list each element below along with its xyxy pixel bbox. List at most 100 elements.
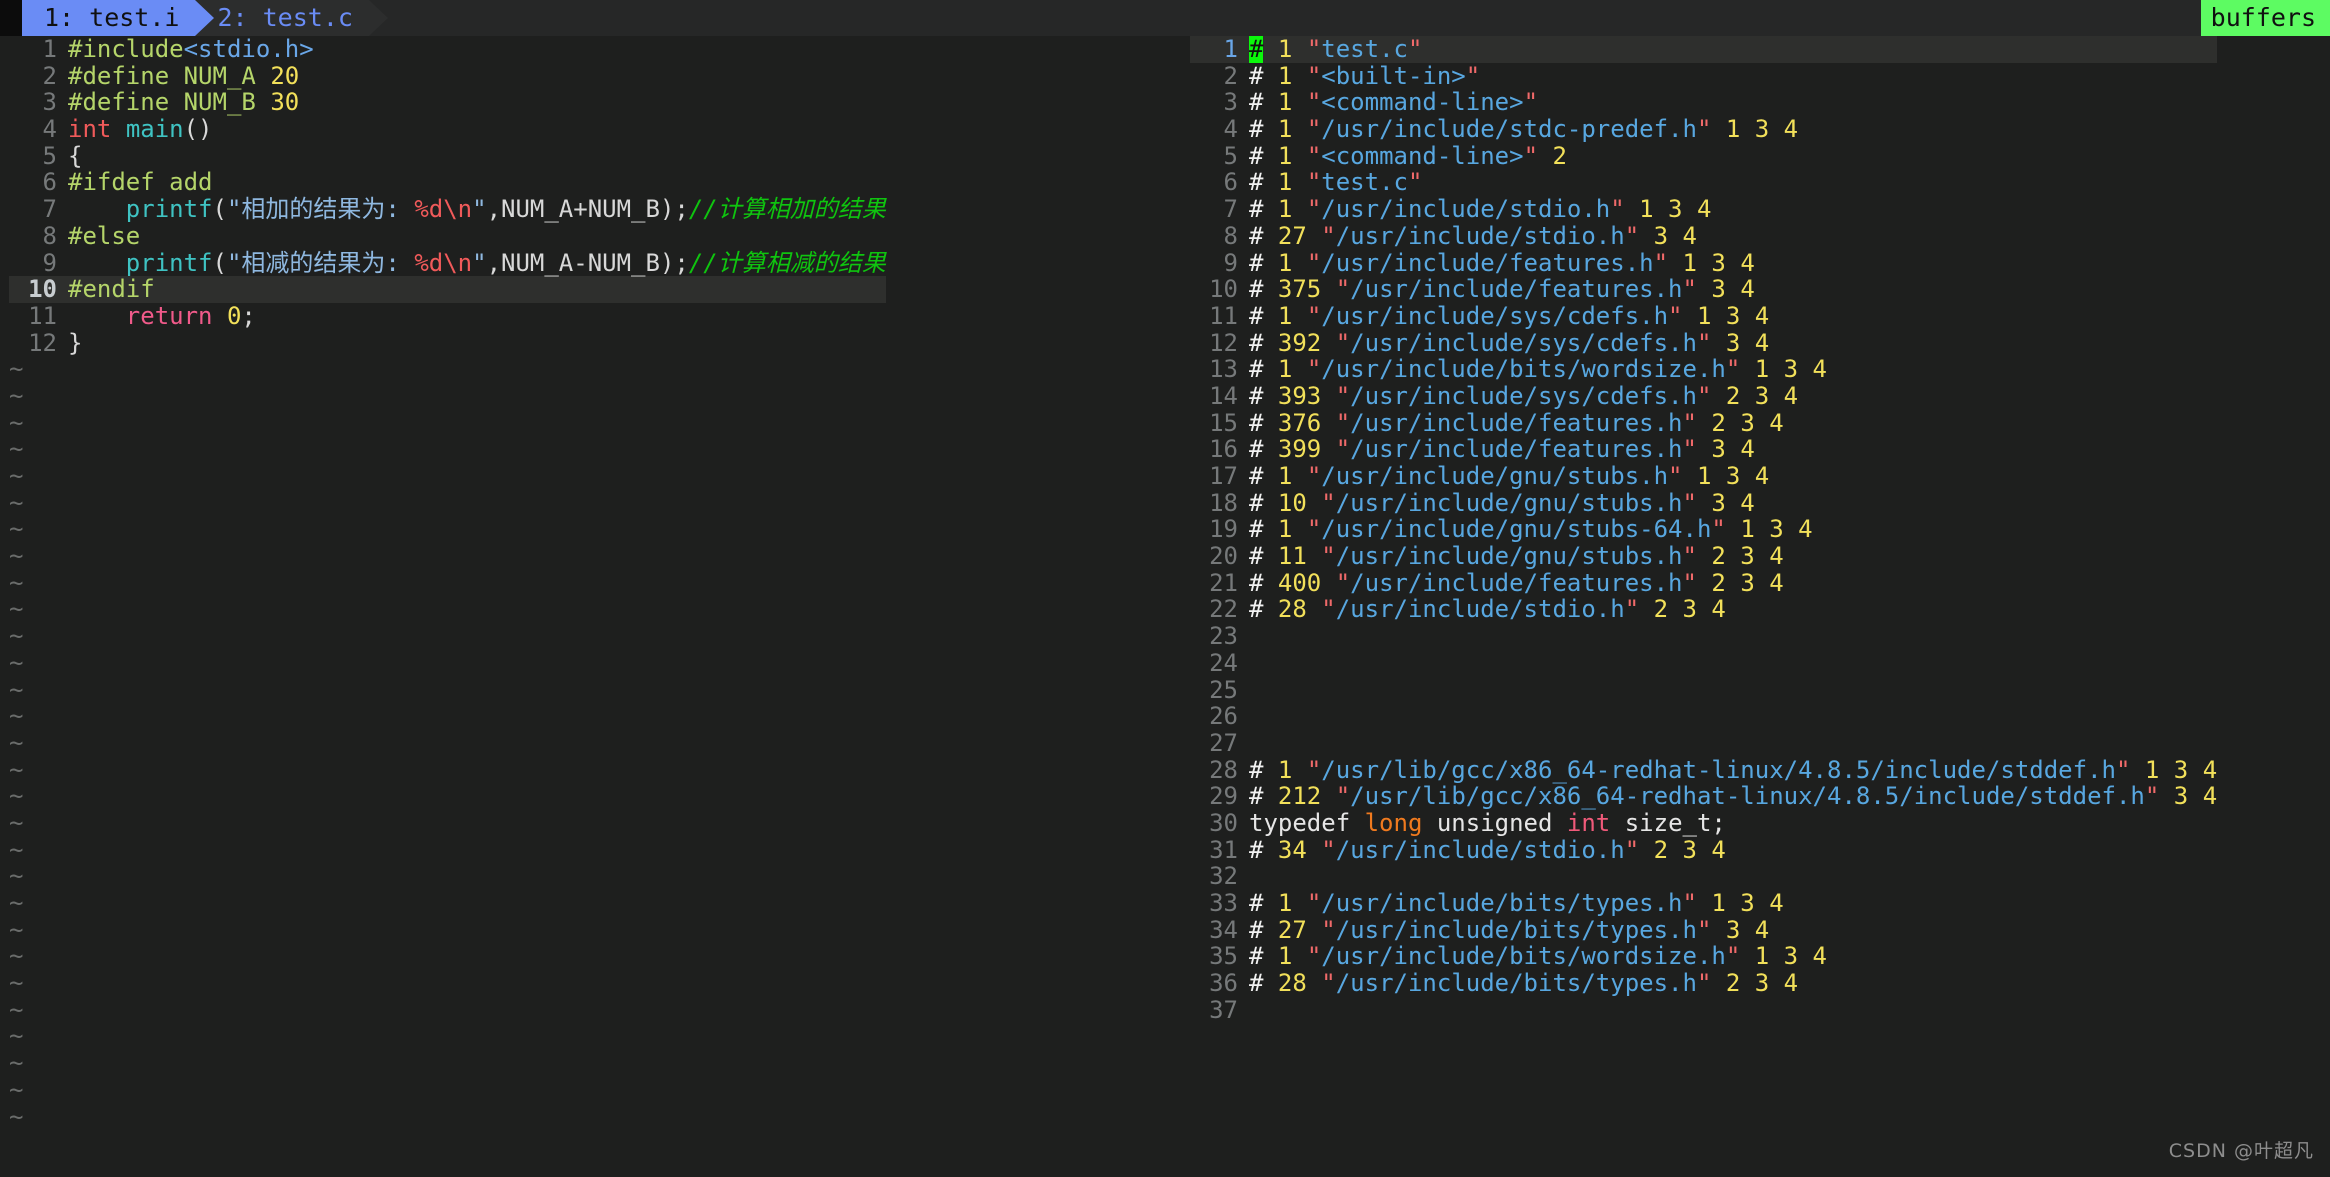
code-line[interactable]: 25	[1190, 676, 2217, 704]
code-token: 1	[1277, 515, 1293, 544]
code-line[interactable]: 30 typedef long unsigned int size_t;	[1190, 810, 2217, 837]
code-line[interactable]: 9 printf("相减的结果为: %d\n",NUM_A-NUM_B);//计…	[9, 249, 886, 277]
code-line[interactable]: 28 # 1 "/usr/lib/gcc/x86_64-redhat-linux/…	[1190, 756, 2217, 784]
code-line[interactable]: 7 printf("相加的结果为: %d\n",NUM_A+NUM_B);//计…	[9, 196, 886, 223]
line-number: 36	[1209, 969, 1238, 998]
tabline: 1: test.i 2: test.c buffers	[0, 0, 2330, 36]
line-number: 14	[1209, 381, 1238, 410]
line-number: 5	[42, 141, 57, 170]
left-editor-pane[interactable]: 1 #include<stdio.h> 2 #define NUM_A 20 3 #def…	[0, 36, 1162, 1177]
line-number: 22	[1209, 595, 1238, 624]
code-token: 1 3 4	[1754, 355, 1827, 384]
code-line[interactable]: 34 # 27 "/usr/include/bits/types.h" 3 4	[1190, 915, 2217, 944]
code-line[interactable]: 29 # 212 "/usr/lib/gcc/x86_64-redhat-linu…	[1190, 783, 2217, 810]
empty-line-marker: ~	[9, 1103, 886, 1131]
code-line[interactable]: 8 #else	[9, 222, 886, 250]
tab-2[interactable]: 2: test.c	[195, 0, 388, 36]
code-token: "	[1335, 568, 1351, 597]
code-line[interactable]: 2 #define NUM_A 20	[9, 61, 886, 90]
code-token: /usr/include/features.h	[1350, 275, 1683, 304]
line-number: 10	[28, 275, 57, 304]
code-line[interactable]: 4 int main()	[9, 116, 886, 143]
code-line[interactable]: 6 #ifdef add	[9, 169, 886, 196]
code-token: #define	[68, 61, 170, 90]
code-line[interactable]: 13 # 1 "/usr/include/bits/wordsize.h" 1 3…	[1190, 356, 2217, 383]
code-token: #	[1249, 595, 1264, 624]
buffers-label: buffers	[2200, 0, 2330, 36]
code-line[interactable]: 15 # 376 "/usr/include/features.h" 2 3 4	[1190, 408, 2217, 437]
code-line[interactable]: 22 # 28 "/usr/include/stdio.h" 2 3 4	[1190, 596, 2217, 623]
code-token: #	[1249, 275, 1264, 304]
code-line[interactable]: 20 # 11 "/usr/include/gnu/stubs.h" 2 3 4	[1190, 543, 2217, 570]
right-code-area[interactable]: 811# 1 "test.c"2# 1 "<built-in>"3# 1 "<c…	[1190, 36, 2218, 1024]
code-token: "	[1335, 782, 1351, 811]
code-line[interactable]: 5 # 1 "<command-line>" 2	[1190, 142, 2217, 170]
code-line[interactable]: 8 # 27 "/usr/include/stdio.h" 3 4	[1190, 222, 2217, 250]
code-line[interactable]: 11 return 0;	[9, 303, 886, 330]
code-line[interactable]: 10 #endif	[9, 276, 886, 303]
tab-1[interactable]: 1: test.i	[22, 0, 215, 36]
code-line[interactable]: 5{	[9, 141, 886, 170]
code-line[interactable]: 12 # 392 "/usr/include/sys/cdefs.h" 3 4	[1190, 328, 2217, 357]
empty-line-marker: ~	[9, 356, 886, 383]
code-token: /usr/include/sys/cdefs.h	[1350, 328, 1697, 357]
tilde-icon: ~	[9, 408, 24, 437]
code-line[interactable]: 18 # 10 "/usr/include/gnu/stubs.h" 3 4	[1190, 489, 2217, 517]
buffers-indicator[interactable]: buffers	[2200, 0, 2330, 36]
empty-line-marker: ~	[9, 810, 886, 837]
code-line[interactable]: 17 # 1 "/usr/include/gnu/stubs.h" 1 3 4	[1190, 463, 2217, 490]
code-line[interactable]: 12}	[9, 329, 886, 357]
code-line[interactable]: 811# 1 "test.c"	[1190, 36, 2218, 63]
code-line[interactable]: 3 #define NUM_B 30	[9, 89, 886, 116]
right-editor-pane[interactable]: 811# 1 "test.c"2# 1 "<built-in>"3# 1 "<c…	[1163, 36, 2330, 1177]
code-line[interactable]: 24	[1190, 650, 2217, 677]
code-line[interactable]: 35 # 1 "/usr/include/bits/wordsize.h" 1 3…	[1190, 943, 2217, 970]
code-token: %d\n	[414, 195, 473, 224]
code-line[interactable]: 23	[1190, 623, 2217, 650]
code-line[interactable]: 19 # 1 "/usr/include/gnu/stubs-64.h" 1 3 …	[1190, 516, 2217, 543]
code-line[interactable]: 532	[1190, 863, 2217, 890]
code-line[interactable]: 26	[1190, 703, 2217, 730]
empty-line-marker: ~	[9, 436, 886, 463]
line-number: 34	[1209, 915, 1238, 944]
left-code-area[interactable]: 1 #include<stdio.h> 2 #define NUM_A 20 3 #def…	[9, 36, 886, 1130]
code-line[interactable]: 21 # 400 "/usr/include/features.h" 2 3 4	[1190, 568, 2217, 597]
code-line[interactable]: 6 # 1 "test.c"	[1190, 169, 2217, 196]
code-token: "	[1306, 195, 1322, 224]
code-line[interactable]: 16 # 399 "/usr/include/features.h" 3 4	[1190, 436, 2217, 463]
code-line[interactable]: 33 # 1 "/usr/include/bits/types.h" 1 3 4	[1190, 890, 2217, 917]
code-line[interactable]: 36 # 28 "/usr/include/bits/types.h" 2 3 4	[1190, 970, 2217, 997]
code-line[interactable]: 11 # 1 "/usr/include/sys/cdefs.h" 1 3 4	[1190, 303, 2217, 330]
tilde-icon: ~	[9, 995, 24, 1024]
code-token: "	[1306, 248, 1322, 277]
code-line[interactable]: 9 # 1 "/usr/include/features.h" 1 3 4	[1190, 248, 2217, 277]
code-token: 1	[1277, 115, 1293, 144]
code-line[interactable]: 31 # 34 "/usr/include/stdio.h" 2 3 4	[1190, 836, 2217, 864]
code-line[interactable]: 4 # 1 "/usr/include/stdc-predef.h" 1 3 4	[1190, 116, 2217, 143]
code-token: #	[1249, 462, 1264, 490]
code-line[interactable]: 1 #include<stdio.h>	[9, 36, 886, 63]
code-line[interactable]: 10 # 375 "/usr/include/features.h" 3 4	[1190, 276, 2217, 303]
tilde-icon: ~	[9, 488, 24, 517]
code-line[interactable]: 14 # 393 "/usr/include/sys/cdefs.h" 2 3 4	[1190, 383, 2217, 410]
code-line[interactable]: 2 # 1 "<built-in>"	[1190, 62, 2217, 90]
empty-line-marker: ~	[9, 543, 886, 570]
code-line[interactable]: 37	[1190, 997, 2217, 1024]
empty-line-marker: ~	[9, 596, 886, 623]
code-line[interactable]: 3 # 1 "<command-line>"	[1190, 89, 2217, 116]
code-line[interactable]: 7 # 1 "/usr/include/stdio.h" 1 3 4	[1190, 196, 2217, 223]
code-token: #	[1249, 408, 1264, 437]
code-line[interactable]: 27	[1190, 730, 2217, 757]
